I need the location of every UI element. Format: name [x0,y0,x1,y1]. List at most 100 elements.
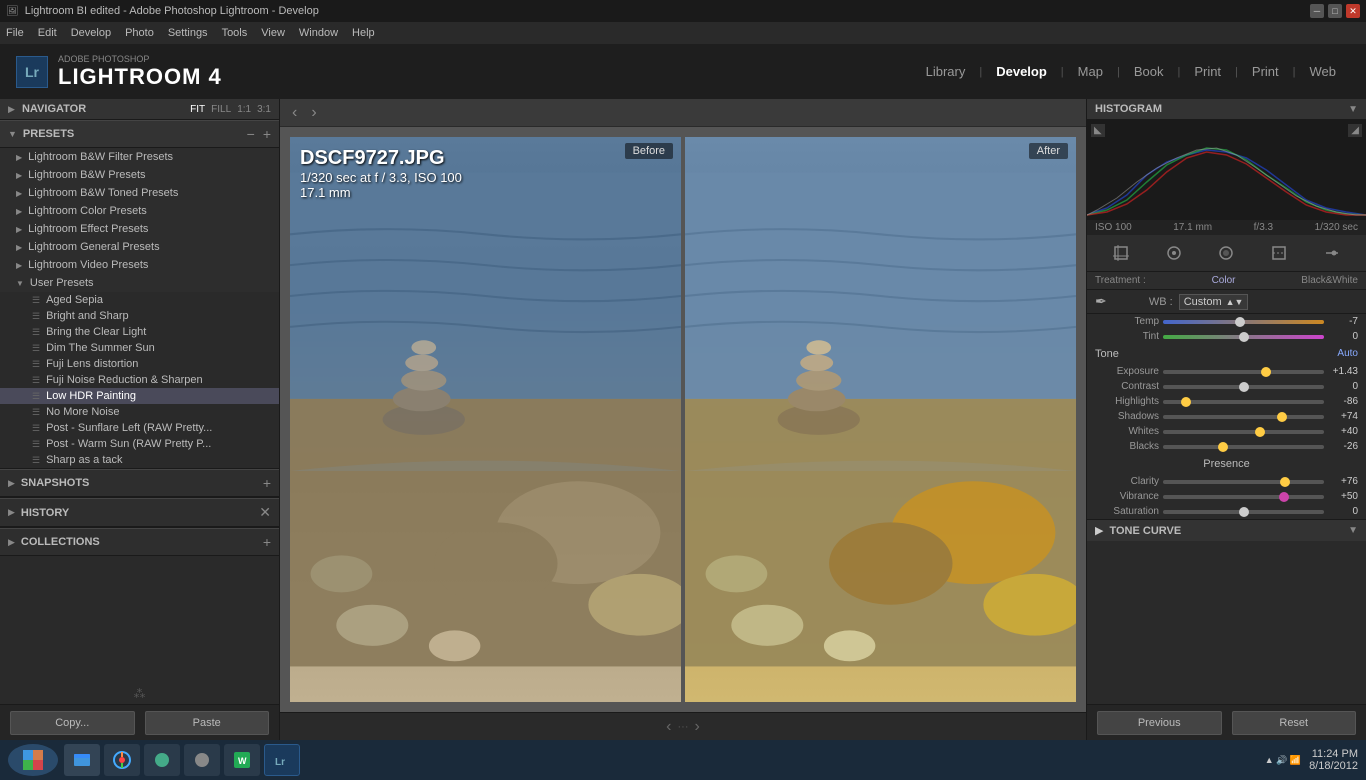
highlights-slider[interactable] [1163,400,1324,404]
shadows-slider[interactable] [1163,415,1324,419]
menu-tools[interactable]: Tools [222,27,248,39]
nav-fit-btn[interactable]: FIT [190,104,205,115]
color-treatment-btn[interactable]: Color [1212,275,1236,286]
start-button[interactable] [8,744,58,776]
preset-aged-sepia[interactable]: ☰ Aged Sepia [0,292,279,308]
toolbar-arrow-right[interactable]: › [309,102,318,124]
vibrance-slider[interactable] [1163,495,1324,499]
temp-slider[interactable] [1163,320,1324,324]
taskbar-chrome[interactable] [104,744,140,776]
exposure-thumb[interactable] [1261,367,1271,377]
menu-develop[interactable]: Develop [71,27,111,39]
preset-group-bwtoned-header[interactable]: ▶ Lightroom B&W Toned Presets [0,184,279,202]
saturation-slider[interactable] [1163,510,1324,514]
tone-curve-header[interactable]: ▶ Tone Curve ▼ [1087,519,1366,541]
close-button[interactable]: ✕ [1346,4,1360,18]
whites-slider[interactable] [1163,430,1324,434]
snapshots-header[interactable]: ▶ Snapshots + [0,469,279,497]
taskbar-lightroom[interactable]: Lr [264,744,300,776]
clarity-thumb[interactable] [1280,477,1290,487]
reset-button[interactable]: Reset [1232,711,1357,735]
nav-print[interactable]: Print [1238,64,1293,79]
blacks-thumb[interactable] [1218,442,1228,452]
preset-group-bwpresets-header[interactable]: ▶ Lightroom B&W Presets [0,166,279,184]
redeye-tool[interactable] [1212,239,1240,267]
maximize-button[interactable]: □ [1328,4,1342,18]
hist-highlight-clipping-btn[interactable]: ◢ [1348,124,1362,137]
hist-shadow-clipping-btn[interactable]: ◣ [1091,124,1105,137]
histogram-header[interactable]: Histogram ▼ [1087,99,1366,120]
wb-eyedropper-icon[interactable]: ✒ [1095,293,1107,310]
whites-thumb[interactable] [1255,427,1265,437]
presets-minus-icon[interactable]: − [247,126,255,142]
minimize-button[interactable]: ─ [1310,4,1324,18]
nav-slideshow[interactable]: Print [1180,64,1235,79]
previous-button[interactable]: Previous [1097,711,1222,735]
tint-thumb[interactable] [1239,332,1249,342]
preset-low-hdr[interactable]: ☰ Low HDR Painting [0,388,279,404]
nav-library[interactable]: Library [912,64,980,79]
nav-web[interactable]: Web [1296,64,1351,79]
taskbar-explorer[interactable] [64,744,100,776]
presets-plus-icon[interactable]: + [263,126,271,142]
preset-post-warm-sun[interactable]: ☰ Post - Warm Sun (RAW Pretty P... [0,436,279,452]
taskbar-word[interactable]: W [224,744,260,776]
nav-3to1-btn[interactable]: 3:1 [257,104,271,115]
gradient-tool[interactable] [1265,239,1293,267]
history-header[interactable]: ▶ History ✕ [0,498,279,527]
preset-group-color-header[interactable]: ▶ Lightroom Color Presets [0,202,279,220]
preset-group-general-header[interactable]: ▶ Lightroom General Presets [0,238,279,256]
saturation-thumb[interactable] [1239,507,1249,517]
collections-header[interactable]: ▶ Collections + [0,528,279,556]
nav-map[interactable]: Map [1064,64,1117,79]
wb-dropdown[interactable]: Custom ▲▼ [1179,294,1249,310]
menu-file[interactable]: File [6,27,24,39]
menu-edit[interactable]: Edit [38,27,57,39]
menu-settings[interactable]: Settings [168,27,208,39]
nav-fill-btn[interactable]: FILL [211,104,231,115]
preset-dim-summer[interactable]: ☰ Dim The Summer Sun [0,340,279,356]
bw-treatment-btn[interactable]: Black&White [1301,275,1358,286]
copy-button[interactable]: Copy... [10,711,135,735]
filmstrip-right-arrow[interactable]: › [695,718,700,736]
crop-tool[interactable] [1107,239,1135,267]
preset-fuji-noise[interactable]: ☰ Fuji Noise Reduction & Sharpen [0,372,279,388]
preset-no-more-noise[interactable]: ☰ No More Noise [0,404,279,420]
contrast-slider[interactable] [1163,385,1324,389]
menu-help[interactable]: Help [352,27,375,39]
collections-plus-icon[interactable]: + [263,534,271,550]
menu-window[interactable]: Window [299,27,338,39]
clarity-slider[interactable] [1163,480,1324,484]
contrast-thumb[interactable] [1239,382,1249,392]
spot-tool[interactable] [1160,239,1188,267]
tone-auto-btn[interactable]: Auto [1337,348,1358,360]
adjustment-tool[interactable] [1318,239,1346,267]
taskbar-app4[interactable] [184,744,220,776]
presets-header[interactable]: ▼ Presets − + [0,120,279,148]
preset-group-video-header[interactable]: ▶ Lightroom Video Presets [0,256,279,274]
temp-thumb[interactable] [1235,317,1245,327]
history-x-icon[interactable]: ✕ [259,504,271,521]
paste-button[interactable]: Paste [145,711,270,735]
preset-group-user-header[interactable]: ▼ User Presets [0,274,279,292]
preset-fuji-lens[interactable]: ☰ Fuji Lens distortion [0,356,279,372]
preset-bright-sharp[interactable]: ☰ Bright and Sharp [0,308,279,324]
nav-book[interactable]: Book [1120,64,1178,79]
preset-group-effect-header[interactable]: ▶ Lightroom Effect Presets [0,220,279,238]
vibrance-thumb[interactable] [1279,492,1289,502]
preset-group-bwfilter-header[interactable]: ▶ Lightroom B&W Filter Presets [0,148,279,166]
preset-clear-light[interactable]: ☰ Bring the Clear Light [0,324,279,340]
preset-sharp-tack[interactable]: ☰ Sharp as a tack [0,452,279,468]
toolbar-arrow-left[interactable]: ‹ [290,102,299,124]
taskbar-app3[interactable] [144,744,180,776]
shadows-thumb[interactable] [1277,412,1287,422]
nav-1to1-btn[interactable]: 1:1 [237,104,251,115]
menu-photo[interactable]: Photo [125,27,154,39]
menu-view[interactable]: View [261,27,285,39]
snapshots-plus-icon[interactable]: + [263,475,271,491]
navigator-header[interactable]: ▶ Navigator FIT FILL 1:1 3:1 [0,99,279,120]
filmstrip-left-arrow[interactable]: ‹ [666,718,671,736]
blacks-slider[interactable] [1163,445,1324,449]
tint-slider[interactable] [1163,335,1324,339]
highlights-thumb[interactable] [1181,397,1191,407]
